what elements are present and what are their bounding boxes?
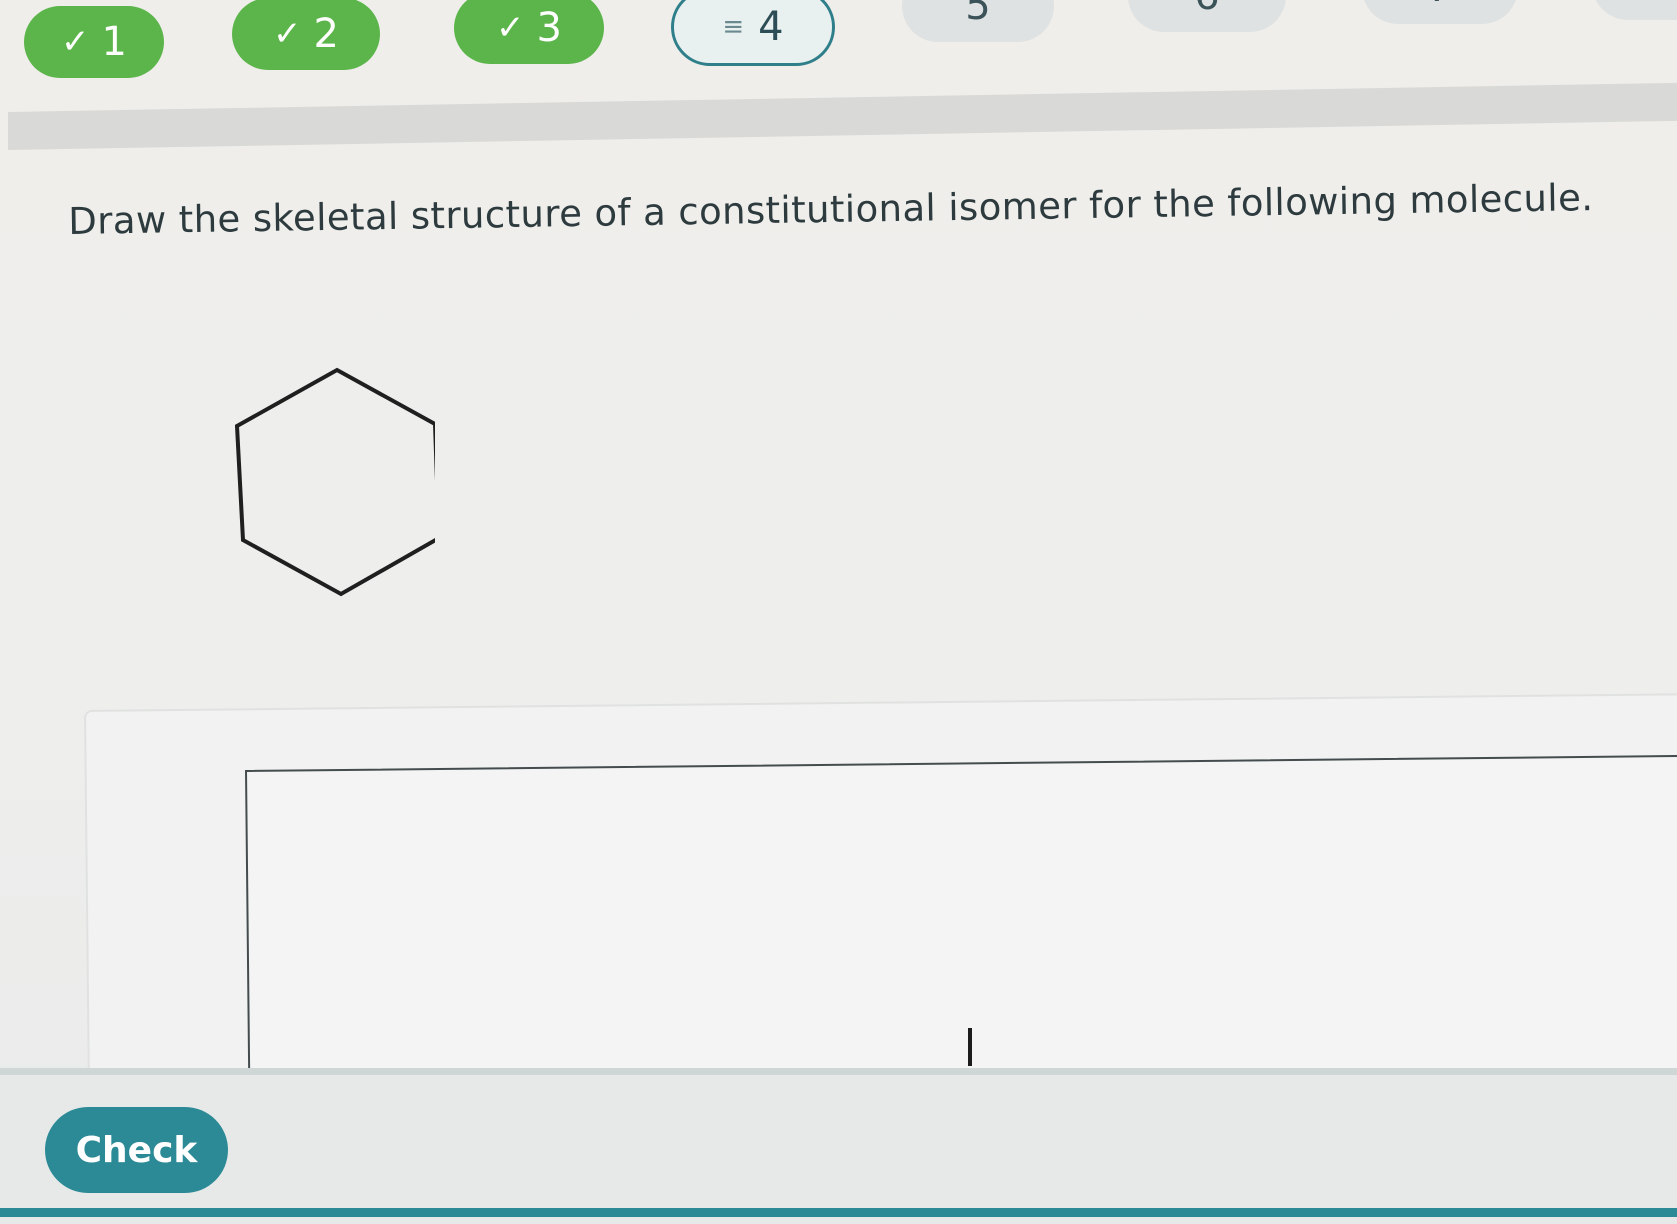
question-number: 5 [965, 0, 991, 29]
question-number: 6 [1194, 0, 1219, 19]
question-number: 1 [101, 19, 127, 65]
checkmark-icon: ✓ [61, 22, 90, 62]
question-nav-7[interactable]: 7 [1362, 0, 1518, 24]
bottom-accent-strip [0, 1208, 1677, 1217]
cyclohexane-molecule-icon [234, 367, 435, 597]
question-number: 7 [1427, 0, 1452, 11]
question-navigation: ✓ 1 ✓ 2 ✓ 3 ≡ 4 5 6 7 [0, 0, 1677, 100]
page-background: ✓ 1 ✓ 2 ✓ 3 ≡ 4 5 6 7 Draw the skeletal … [0, 0, 1677, 1224]
checkmark-icon: ✓ [273, 14, 302, 54]
question-nav-1[interactable]: ✓ 1 [24, 6, 164, 78]
question-number: 3 [536, 5, 562, 51]
question-nav-2[interactable]: ✓ 2 [232, 0, 380, 70]
check-button[interactable]: Check [45, 1107, 228, 1193]
question-nav-6[interactable]: 6 [1128, 0, 1286, 32]
question-nav-5[interactable]: 5 [902, 0, 1054, 42]
drawing-canvas[interactable] [245, 754, 1677, 1094]
question-number: 4 [758, 4, 784, 50]
footer-bar [0, 1068, 1677, 1224]
question-number: 2 [313, 11, 339, 57]
checkmark-icon: ✓ [496, 8, 525, 48]
text-cursor-icon [968, 1028, 972, 1066]
question-nav-3[interactable]: ✓ 3 [454, 0, 604, 64]
question-nav-more[interactable] [1592, 0, 1677, 20]
question-prompt: Draw the skeletal structure of a constit… [68, 176, 1594, 243]
question-nav-4-current[interactable]: ≡ 4 [671, 0, 835, 66]
menu-lines-icon: ≡ [722, 12, 745, 42]
